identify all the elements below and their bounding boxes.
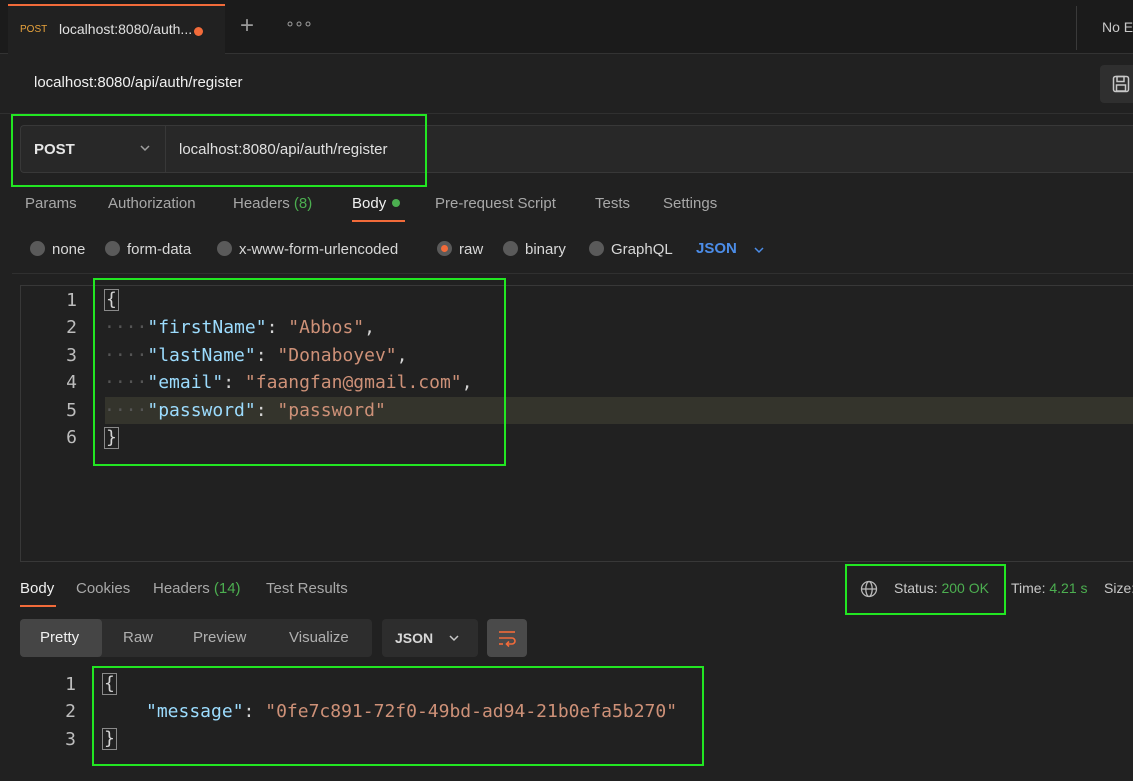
view-raw-button[interactable]: Raw — [123, 629, 153, 646]
line-number: 1 — [65, 674, 76, 695]
line-number: 3 — [65, 729, 76, 750]
line-number: 2 — [66, 317, 77, 338]
line-number: 4 — [66, 372, 77, 393]
response-tab-headers-label: Headers — [153, 580, 210, 597]
line-number: 5 — [66, 400, 77, 421]
annotation-box-status — [845, 564, 1006, 615]
radio-icon — [105, 241, 120, 256]
radio-label: none — [52, 241, 86, 258]
line-number: 3 — [66, 345, 77, 366]
radio-icon — [503, 241, 518, 256]
tab-pre-request-script[interactable]: Pre-request Script — [435, 195, 556, 212]
response-format-select[interactable]: JSON — [382, 619, 478, 657]
radio-urlencoded[interactable]: x-www-form-urlencoded — [217, 241, 398, 258]
view-mode-bar: Pretty Raw Preview Visualize — [20, 619, 372, 657]
tab-title: localhost:8080/auth... — [59, 21, 193, 37]
wrap-lines-button[interactable] — [487, 619, 527, 657]
response-time[interactable]: Time: 4.21 s — [1011, 580, 1088, 596]
response-tab-headers[interactable]: Headers (14) — [153, 580, 241, 597]
headers-count: (8) — [293, 195, 313, 212]
time-label: Time: — [1011, 580, 1046, 596]
radio-graphql[interactable]: GraphQL — [589, 241, 673, 258]
line-number: 6 — [66, 427, 77, 448]
chevron-down-icon — [754, 247, 764, 254]
body-language-select[interactable]: JSON — [696, 240, 737, 257]
body-indicator-icon — [392, 199, 401, 207]
tab-body[interactable]: Body — [352, 195, 401, 212]
body-type-divider — [12, 273, 1133, 274]
tab-tests[interactable]: Tests — [595, 195, 630, 212]
active-response-tab-indicator — [20, 605, 56, 607]
tab-authorization[interactable]: Authorization — [108, 195, 196, 212]
tab-headers-label: Headers — [233, 195, 290, 212]
annotation-box-url — [11, 114, 427, 187]
tab-bar: POST localhost:8080/auth... + ∘∘∘ No E — [0, 0, 1133, 54]
tab-method-label: POST — [20, 24, 48, 35]
radio-label: raw — [459, 241, 484, 258]
line-number: 2 — [65, 701, 76, 722]
radio-form-data[interactable]: form-data — [105, 241, 191, 258]
radio-label: binary — [525, 241, 566, 258]
save-button[interactable] — [1100, 65, 1133, 103]
chevron-down-icon — [449, 635, 459, 642]
radio-label: form-data — [127, 241, 192, 258]
tab-headers[interactable]: Headers (8) — [233, 195, 312, 212]
radio-icon — [217, 241, 232, 256]
radio-selected-icon — [437, 241, 452, 256]
response-tab-test-results[interactable]: Test Results — [266, 580, 348, 597]
time-value: 4.21 s — [1049, 580, 1088, 596]
annotation-box-request-body — [93, 278, 506, 466]
annotation-box-response-body — [92, 666, 704, 766]
unsaved-dot-icon — [194, 27, 203, 36]
line-number: 1 — [66, 290, 77, 311]
view-visualize-button[interactable]: Visualize — [289, 629, 349, 646]
response-tab-body[interactable]: Body — [20, 580, 54, 597]
view-preview-button[interactable]: Preview — [193, 629, 246, 646]
request-title[interactable]: localhost:8080/api/auth/register — [34, 74, 242, 91]
radio-raw[interactable]: raw — [437, 241, 483, 258]
radio-icon — [589, 241, 604, 256]
more-tabs-button[interactable]: ∘∘∘ — [285, 14, 313, 34]
radio-none[interactable]: none — [30, 241, 85, 258]
active-tab-indicator — [352, 220, 405, 222]
environment-selector[interactable]: No E — [1102, 19, 1133, 35]
tab-settings[interactable]: Settings — [663, 195, 717, 212]
response-tab-cookies[interactable]: Cookies — [76, 580, 130, 597]
tab-divider — [1076, 6, 1077, 50]
radio-binary[interactable]: binary — [503, 241, 566, 258]
tab-params[interactable]: Params — [25, 195, 77, 212]
save-icon — [1112, 75, 1130, 93]
request-tab[interactable]: POST localhost:8080/auth... — [8, 4, 225, 54]
new-tab-button[interactable]: + — [240, 12, 254, 40]
radio-label: x-www-form-urlencoded — [239, 241, 399, 258]
radio-icon — [30, 241, 45, 256]
radio-label: GraphQL — [611, 241, 673, 258]
response-headers-count: (14) — [213, 580, 241, 597]
tab-body-label: Body — [352, 195, 387, 212]
view-pretty-button[interactable]: Pretty — [40, 629, 79, 646]
response-size[interactable]: Size: — [1104, 580, 1133, 596]
wrap-lines-icon — [499, 631, 516, 648]
format-label: JSON — [395, 630, 434, 646]
